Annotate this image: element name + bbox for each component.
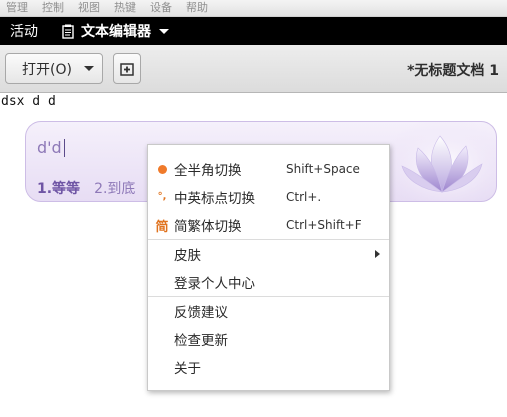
open-button-label: 打开(O) [22,61,72,78]
ime-candidate-list: 1.等等 2.到底 [37,178,135,198]
new-document-button[interactable] [113,53,141,84]
menu-item-full-half-width[interactable]: 全半角切换 Shift+Space [148,155,389,183]
simplified-traditional-icon: 简 [155,219,169,235]
top-bar: 活动 文本编辑器 [0,17,507,45]
menu-item-feedback[interactable]: 反馈建议 [148,297,389,325]
vm-menu-devices[interactable]: 设备 [150,0,172,16]
submenu-arrow-icon [375,250,380,258]
punctuation-icon: °, [157,191,167,202]
text-editor-icon [62,24,74,39]
menu-item-label: 登录个人中心 [174,276,255,292]
vm-menu-hotkeys[interactable]: 热键 [114,0,136,16]
chevron-down-icon [159,28,169,34]
lotus-skin-image [384,122,496,201]
menu-item-shortcut: Ctrl+. [286,190,322,204]
menu-item-label: 关于 [174,361,201,377]
chevron-down-icon [83,66,94,71]
document-title: *无标题文档 1 [407,63,499,79]
ime-preedit: d'd [37,138,65,157]
activities-button[interactable]: 活动 [0,21,58,41]
vm-menu-manage[interactable]: 管理 [6,0,28,16]
open-button[interactable]: 打开(O) [5,53,103,84]
ime-candidate[interactable]: 1.等等 [37,178,80,198]
app-menu[interactable]: 文本编辑器 [62,21,169,41]
editor-text-line[interactable]: dsx d d [1,94,56,109]
vm-menu-view[interactable]: 视图 [78,0,100,16]
menu-item-label: 中英标点切换 [174,191,255,207]
menu-item-login[interactable]: 登录个人中心 [148,268,389,296]
menu-item-label: 反馈建议 [174,305,228,321]
menu-item-simplified-traditional[interactable]: 简 简繁体切换 Ctrl+Shift+F [148,211,389,239]
ime-context-menu: 全半角切换 Shift+Space °, 中英标点切换 Ctrl+. 简 简繁体… [147,144,390,391]
app-menu-label: 文本编辑器 [81,24,151,40]
header-bar: 打开(O) *无标题文档 1 [0,45,507,93]
menu-item-label: 简繁体切换 [174,219,242,235]
new-document-icon [120,62,134,76]
text-caret [63,138,65,157]
menu-item-punctuation[interactable]: °, 中英标点切换 Ctrl+. [148,183,389,211]
menu-item-label: 全半角切换 [174,163,242,179]
vm-menu-control[interactable]: 控制 [42,0,64,16]
menu-item-about[interactable]: 关于 [148,353,389,381]
vm-menubar: 管理 控制 视图 热键 设备 帮助 [0,0,507,17]
menu-item-label: 检查更新 [174,333,228,349]
menu-item-shortcut: Shift+Space [286,162,360,176]
ime-candidate[interactable]: 2.到底 [94,178,135,198]
menu-item-shortcut: Ctrl+Shift+F [286,218,362,232]
vm-menu-help[interactable]: 帮助 [186,0,208,16]
menu-item-check-updates[interactable]: 检查更新 [148,325,389,353]
ime-preedit-text: d'd [37,138,62,157]
full-half-width-icon [155,162,169,176]
menu-item-skin[interactable]: 皮肤 [148,240,389,268]
menu-item-label: 皮肤 [174,248,201,264]
